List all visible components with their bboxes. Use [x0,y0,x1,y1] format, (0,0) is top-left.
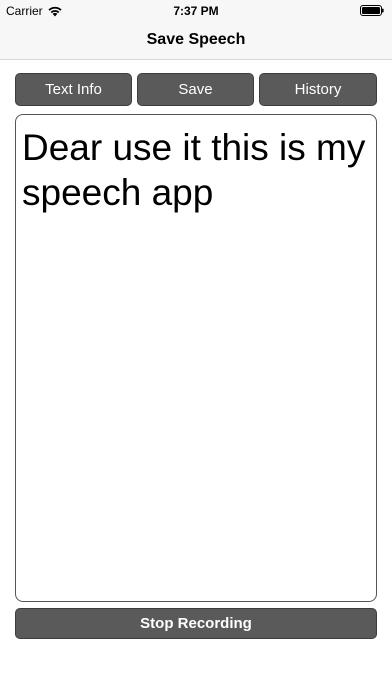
save-button[interactable]: Save [137,73,254,106]
status-bar: Carrier 7:37 PM [0,0,392,22]
text-info-button[interactable]: Text Info [15,73,132,106]
battery-icon [360,5,384,16]
app-screen: Carrier 7:37 PM Save Speech Text Info Sa… [0,0,392,696]
history-button[interactable]: History [259,73,377,106]
stop-recording-button[interactable]: Stop Recording [15,608,377,639]
navigation-bar: Save Speech [0,22,392,60]
page-title: Save Speech [146,31,246,48]
status-time: 7:37 PM [173,4,219,18]
speech-text-view[interactable]: Dear use it this is my speech app [15,114,377,602]
